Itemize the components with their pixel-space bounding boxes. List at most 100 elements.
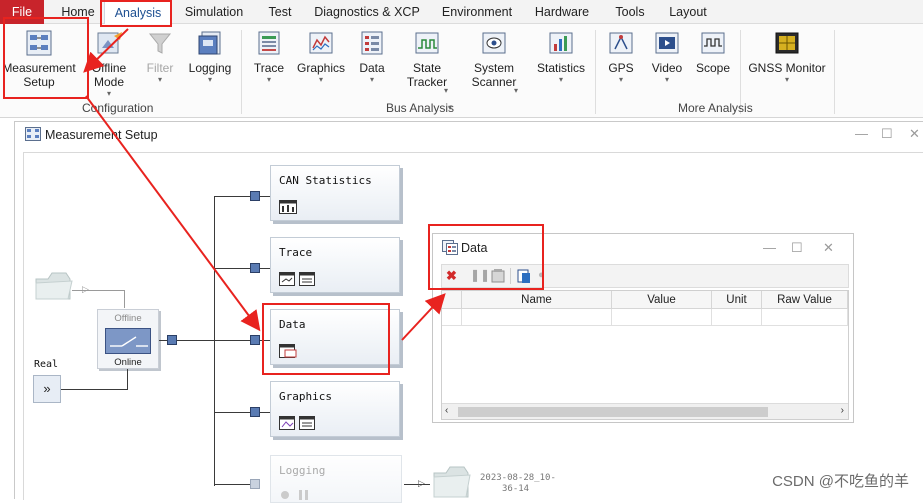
group-expand-icon[interactable]: ▾ (448, 103, 452, 112)
table-cell[interactable] (462, 309, 612, 326)
column-header-raw-value[interactable]: Raw Value (762, 291, 848, 309)
statistics-window-icon (279, 200, 297, 214)
gps-button[interactable]: GPS ▾ (602, 28, 640, 84)
connection-node[interactable] (250, 407, 260, 417)
gnss-monitor-button[interactable]: GNSS Monitor ▾ (746, 28, 828, 84)
video-label: Video (651, 61, 683, 75)
column-header-value[interactable]: Value (612, 291, 712, 309)
measurement-setup-title: Measurement Setup (45, 128, 158, 142)
offline-mode-icon (97, 32, 122, 54)
menu-layout[interactable]: Layout (664, 0, 712, 24)
menu-hardware[interactable]: Hardware (530, 0, 594, 24)
connection-node[interactable] (250, 191, 260, 201)
trace-button[interactable]: Trace ▾ (250, 28, 288, 84)
state-tracker-button[interactable]: State Tracker (402, 28, 452, 89)
state-tracker-label-1: State (412, 61, 442, 75)
real-channel-button[interactable]: » (33, 375, 61, 403)
branch-line (260, 268, 270, 269)
table-cell[interactable] (712, 309, 762, 326)
data-grid: Name Value Unit Raw Value ‹ › (441, 290, 849, 420)
branch-line (214, 412, 250, 413)
scroll-right-icon[interactable]: › (841, 405, 844, 416)
connection-node[interactable] (250, 263, 260, 273)
minimize-icon[interactable]: — (763, 240, 776, 255)
gnss-monitor-icon (775, 32, 799, 54)
branch-line (260, 412, 270, 413)
video-button[interactable]: Video ▾ (646, 28, 688, 84)
real-link (61, 389, 127, 390)
gps-label: GPS (608, 61, 634, 75)
scrollbar-thumb[interactable] (458, 407, 768, 417)
system-scanner-label-1: System (473, 61, 514, 75)
offline-mode-label-2: Mode (93, 75, 125, 89)
branch-line (260, 196, 270, 197)
online-label: Online (114, 357, 142, 368)
table-cell[interactable] (762, 309, 848, 326)
graphics-block[interactable]: Graphics (270, 381, 400, 437)
ribbon: Measurement Setup Offline Mode ▾ Filter … (0, 24, 923, 118)
branch-line (214, 196, 250, 197)
statistics-button[interactable]: Statistics ▾ (534, 28, 588, 84)
chevron-down-icon: ▾ (618, 75, 623, 84)
menu-simulation[interactable]: Simulation (180, 0, 248, 24)
connection-node[interactable] (250, 335, 260, 345)
maximize-icon[interactable]: ☐ (791, 240, 803, 256)
scope-icon (701, 32, 725, 54)
minimize-icon[interactable]: — (855, 126, 868, 141)
chevron-down-icon: ▾ (266, 75, 271, 84)
data-icon (361, 31, 383, 55)
annotation-box-data-window (428, 224, 544, 290)
filter-button[interactable]: Filter ▾ (140, 28, 180, 84)
column-header-unit[interactable]: Unit (712, 291, 762, 309)
annotation-box-data-block (262, 303, 390, 375)
close-icon[interactable]: ✕ (909, 126, 920, 142)
group-label-more-analysis: More Analysis (678, 101, 753, 115)
bus-line (214, 196, 215, 486)
data-button[interactable]: Data ▾ (354, 28, 390, 84)
state-tracker-icon (415, 32, 439, 54)
can-statistics-block[interactable]: CAN Statistics (270, 165, 400, 221)
maximize-icon[interactable]: ☐ (881, 126, 893, 142)
gnss-monitor-label: GNSS Monitor (748, 61, 826, 75)
trace-label: Trace (253, 61, 285, 75)
column-header-name[interactable]: Name (462, 291, 612, 309)
horizontal-scrollbar[interactable]: ‹ › (442, 403, 848, 419)
chevron-down-icon: ▾ (207, 75, 212, 84)
menu-environment[interactable]: Environment (436, 0, 518, 24)
logging-button[interactable]: Logging ▾ (186, 28, 234, 84)
chevron-down-icon: ▾ (157, 75, 162, 84)
close-icon[interactable]: ✕ (823, 240, 834, 256)
table-row[interactable] (442, 309, 462, 326)
menu-tools[interactable]: Tools (608, 0, 652, 24)
connection-node[interactable] (250, 479, 260, 489)
connection-node[interactable] (167, 335, 177, 345)
pause-icon (281, 490, 308, 500)
menu-test[interactable]: Test (260, 0, 300, 24)
statistics-icon (549, 32, 573, 54)
annotation-box-measurement-setup (3, 17, 89, 99)
group-label-bus-analysis: Bus Analysis (386, 101, 455, 115)
offline-mode-button[interactable]: Offline Mode ▾ (84, 28, 134, 98)
filter-label: Filter (146, 61, 174, 75)
offline-online-switch[interactable]: Offline Online (97, 309, 159, 369)
graphics-window-icon (279, 416, 315, 430)
table-cell[interactable] (612, 309, 712, 326)
folder-icon[interactable] (432, 463, 472, 499)
connection-line (177, 340, 216, 341)
arrow-right-icon: ▷ (82, 284, 89, 294)
real-label: Real (34, 359, 59, 370)
group-separator (834, 30, 835, 114)
connection-line (159, 340, 167, 341)
scroll-left-icon[interactable]: ‹ (445, 405, 448, 416)
trace-block[interactable]: Trace (270, 237, 400, 293)
scope-label: Scope (695, 61, 731, 75)
folder-icon[interactable] (34, 269, 74, 303)
scope-button[interactable]: Scope (692, 28, 734, 75)
graphics-button[interactable]: Graphics ▾ (296, 28, 346, 84)
menu-diagnostics-xcp[interactable]: Diagnostics & XCP (312, 0, 422, 24)
logging-block[interactable]: Logging (270, 455, 402, 503)
offline-label: Offline (114, 313, 142, 324)
system-scanner-button[interactable]: System Scanner (466, 28, 522, 89)
logging-title: Logging (279, 464, 326, 477)
filter-icon (148, 33, 172, 54)
